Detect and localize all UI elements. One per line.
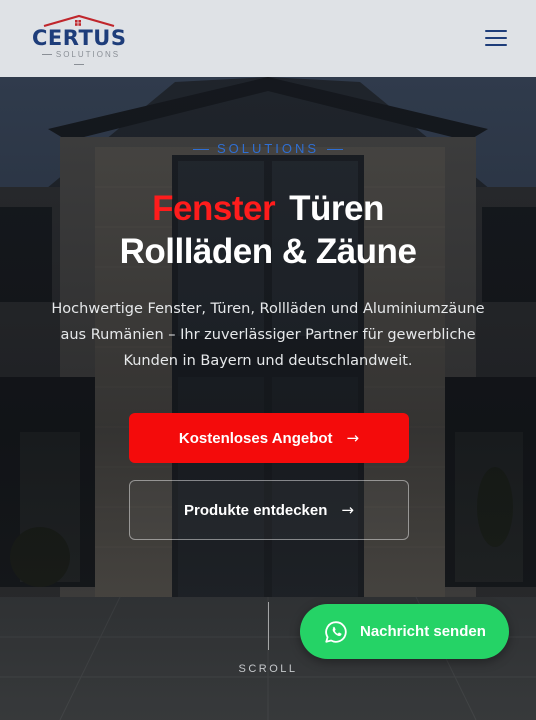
hamburger-menu-icon[interactable]	[484, 27, 508, 49]
hero-lead-text: Hochwertige Fenster, Türen, Rollläden un…	[51, 301, 485, 369]
certus-logo[interactable]: CERTUS SOLUTIONS	[32, 14, 127, 66]
hero-section: SOLUTIONS Fenster Türen Rollläden & Zäune…	[0, 77, 536, 720]
site-header: CERTUS SOLUTIONS	[0, 0, 536, 77]
arrow-right-icon: →	[346, 429, 360, 447]
logo-wordmark: CERTUS	[32, 26, 127, 50]
whatsapp-label: Nachricht senden	[360, 623, 486, 640]
eyebrow-line-left	[192, 149, 209, 151]
headline-rest: Türen	[289, 189, 384, 228]
hero-eyebrow: SOLUTIONS	[0, 141, 536, 157]
arrow-right-icon: →	[341, 501, 354, 519]
whatsapp-icon	[325, 620, 347, 643]
hero-headline: Fenster Türen Rollläden & Zäune	[0, 187, 536, 273]
logo-tagline: SOLUTIONS	[32, 50, 126, 70]
eyebrow-line-right	[327, 149, 344, 151]
free-quote-label: Kostenloses Angebot	[178, 429, 333, 447]
headline-line2: Rollläden & Zäune	[119, 232, 417, 271]
scroll-indicator-line	[268, 602, 269, 650]
free-quote-button[interactable]: Kostenloses Angebot →	[129, 413, 409, 463]
headline-accent: Fenster	[152, 189, 276, 228]
discover-products-label: Produkte entdecken	[184, 501, 328, 519]
whatsapp-message-button[interactable]: Nachricht senden	[300, 604, 509, 659]
discover-products-button[interactable]: Produkte entdecken →	[129, 480, 409, 540]
scroll-indicator-label[interactable]: SCROLL	[218, 663, 318, 675]
